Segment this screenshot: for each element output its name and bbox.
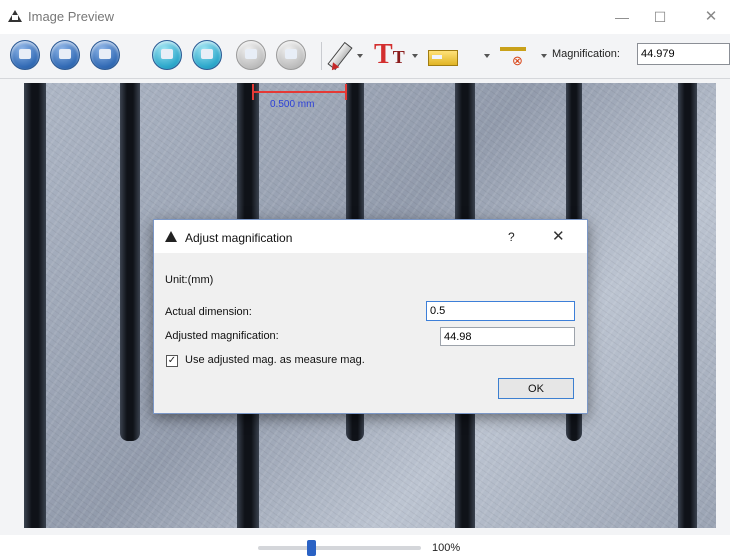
ruler-icon[interactable] — [428, 50, 458, 66]
text-dropdown-arrow[interactable] — [412, 54, 418, 58]
window-title: Image Preview — [28, 9, 114, 24]
print-icon — [99, 49, 111, 59]
actual-dimension-input[interactable] — [426, 301, 575, 321]
minimize-button[interactable]: — — [607, 6, 637, 28]
angle-dropdown-arrow[interactable] — [541, 54, 547, 58]
toolbar-separator — [321, 42, 322, 70]
groove — [678, 83, 697, 528]
toolbar: TT Magnification: — [0, 34, 730, 79]
groove — [120, 83, 140, 441]
app-logo-icon — [8, 10, 22, 22]
close-button[interactable]: ✕ — [696, 6, 726, 28]
adjusted-magnification-label: Adjusted magnification: — [165, 330, 279, 342]
angle-measure-icon[interactable] — [500, 47, 526, 69]
ok-button[interactable]: OK — [498, 378, 574, 399]
magnification-input[interactable] — [637, 43, 730, 65]
unit-label: Unit:(mm) — [165, 274, 214, 286]
print-button[interactable] — [90, 40, 120, 70]
previous-icon — [161, 49, 173, 59]
measurement-endpoint[interactable] — [252, 84, 254, 100]
measurement-endpoint[interactable] — [345, 84, 347, 100]
groove — [24, 83, 46, 528]
undo-button[interactable] — [236, 40, 266, 70]
zoom-value: 100% — [432, 542, 461, 554]
use-adjusted-mag-checkbox[interactable]: ✓ — [166, 355, 178, 367]
help-button[interactable]: ? — [508, 230, 515, 244]
text-tool-icon[interactable]: TT — [374, 41, 405, 71]
window-titlebar: Image Preview — ☐ ✕ — [0, 0, 730, 34]
app-logo-icon — [165, 231, 177, 242]
next-icon — [201, 49, 213, 59]
previous-button[interactable] — [152, 40, 182, 70]
use-adjusted-mag-label[interactable]: Use adjusted mag. as measure mag. — [185, 354, 365, 366]
zoom-slider-track[interactable] — [258, 546, 421, 550]
dialog-titlebar: Adjust magnification ? ✕ — [154, 220, 587, 253]
pencil-dropdown-arrow[interactable] — [357, 54, 363, 58]
dialog-close-button[interactable]: ✕ — [552, 227, 565, 245]
undo-icon — [245, 49, 257, 59]
open-button[interactable] — [50, 40, 80, 70]
redo-icon — [285, 49, 297, 59]
maximize-button[interactable]: ☐ — [645, 6, 675, 28]
ruler-dropdown-arrow[interactable] — [484, 54, 490, 58]
magnification-label: Magnification: — [552, 48, 620, 60]
save-button[interactable] — [10, 40, 40, 70]
measurement-line[interactable] — [253, 91, 346, 93]
adjusted-magnification-input[interactable] — [440, 327, 575, 346]
next-button[interactable] — [192, 40, 222, 70]
measurement-label: 0.500 mm — [270, 99, 315, 110]
adjust-magnification-dialog: Adjust magnification ? ✕ Unit:(mm) Actua… — [153, 219, 588, 414]
actual-dimension-label: Actual dimension: — [165, 306, 252, 318]
zoom-slider-thumb[interactable] — [307, 540, 316, 556]
save-icon — [19, 49, 31, 59]
redo-button[interactable] — [276, 40, 306, 70]
open-icon — [59, 49, 71, 59]
dialog-title: Adjust magnification — [185, 231, 293, 245]
